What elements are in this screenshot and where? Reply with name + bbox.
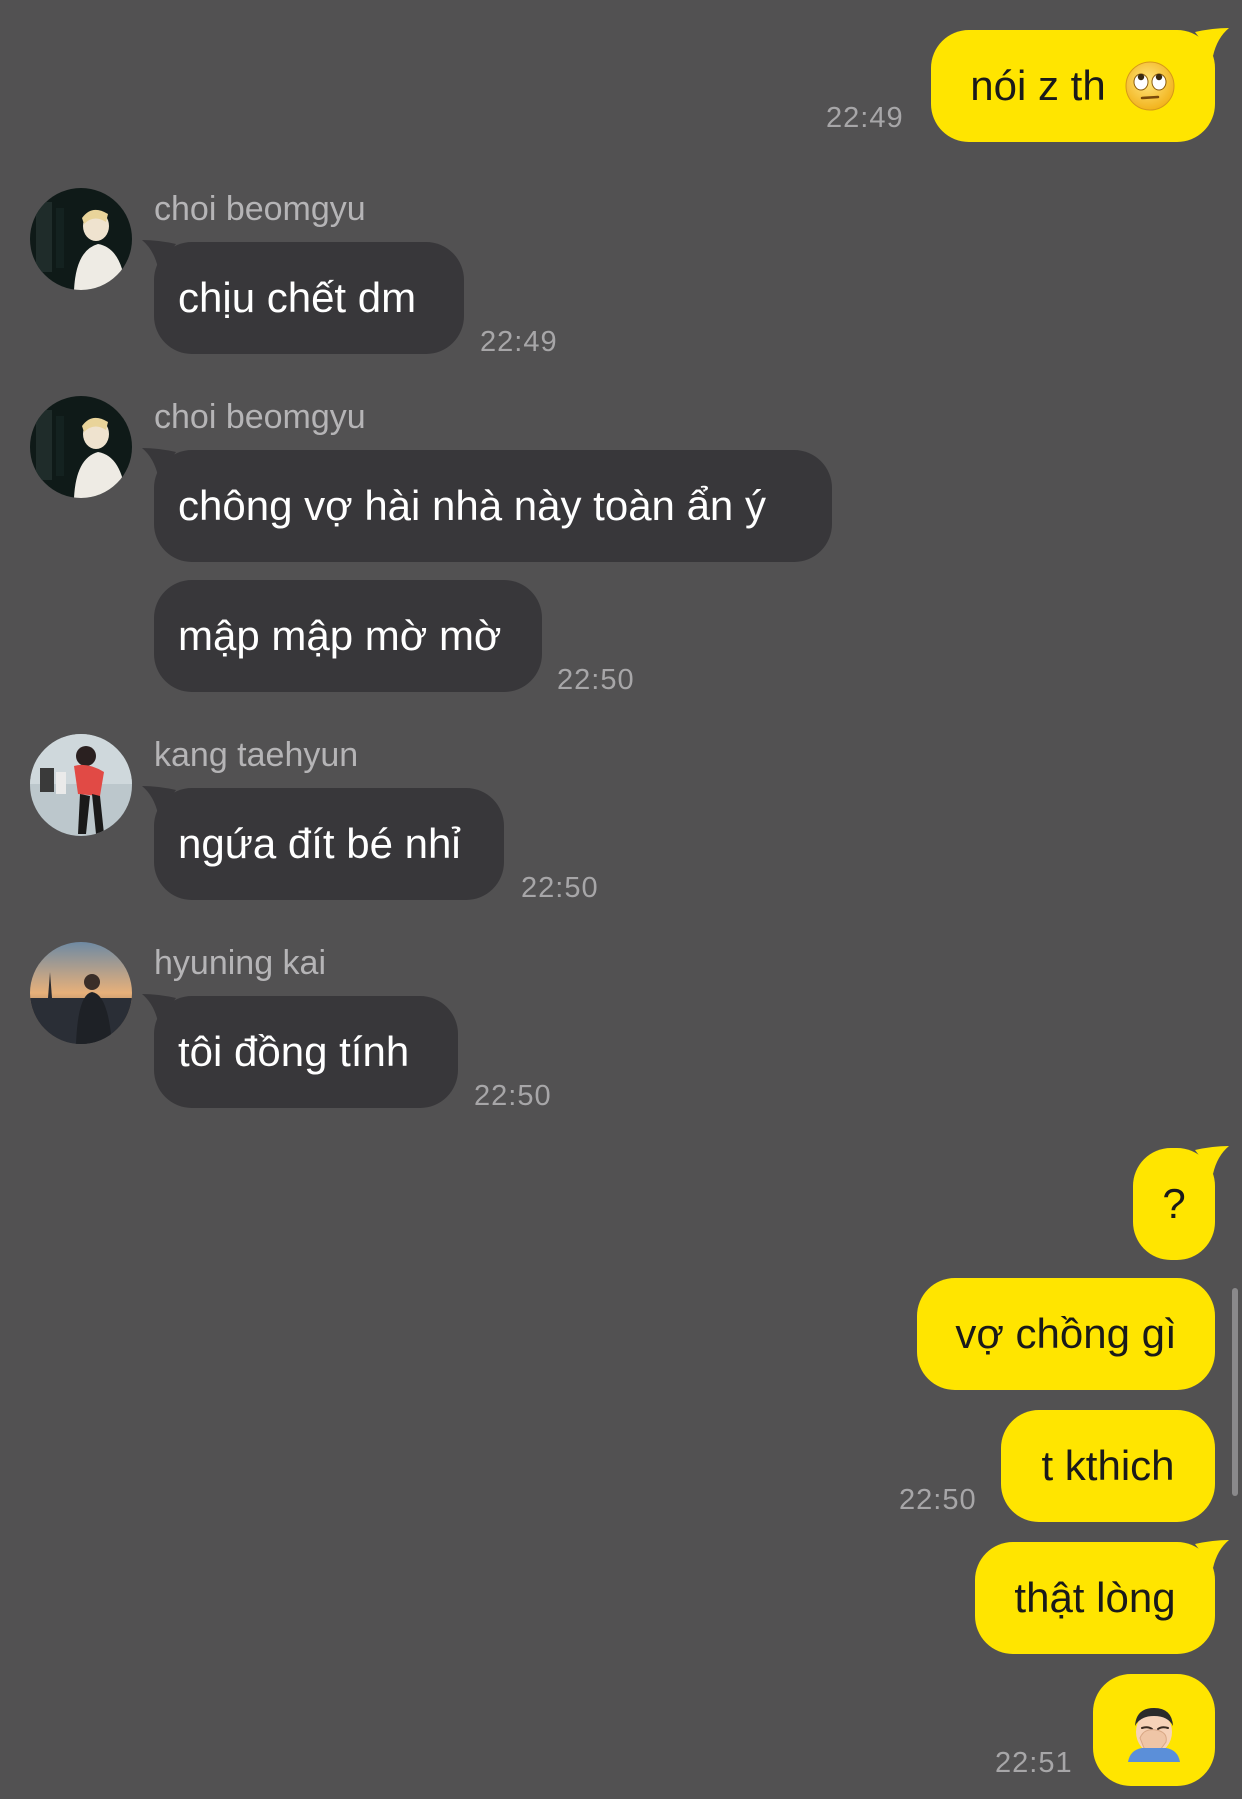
scrollbar[interactable] xyxy=(1232,1288,1238,1496)
message-text: nói z th xyxy=(970,62,1106,109)
avatar-choi-beomgyu[interactable] xyxy=(30,188,132,290)
bubble-tail-icon xyxy=(142,448,176,476)
avatar-hyuning-kai[interactable] xyxy=(30,942,132,1044)
outgoing-message-bubble[interactable]: nói z th xyxy=(931,28,1229,142)
avatar-kang-taehyun[interactable] xyxy=(30,734,132,836)
message-timestamp: 22:50 xyxy=(557,664,635,696)
message-text: vợ chồng gì xyxy=(955,1310,1177,1357)
outgoing-message-bubble[interactable]: t kthich xyxy=(1001,1410,1215,1522)
sender-name: hyuning kai xyxy=(154,944,327,982)
incoming-message-bubble[interactable]: chông vợ hài nhà này toàn ẩn ý xyxy=(142,448,832,562)
bubble-tail-icon xyxy=(1195,1540,1229,1568)
incoming-message-bubble[interactable]: mập mập mờ mờ xyxy=(154,580,542,692)
outgoing-message-bubble[interactable]: thật lòng xyxy=(975,1540,1229,1654)
message-text: chông vợ hài nhà này toàn ẩn ý xyxy=(178,482,766,529)
outgoing-message-bubble[interactable] xyxy=(1093,1674,1215,1786)
profile-photo xyxy=(30,734,132,836)
message-timestamp: 22:49 xyxy=(826,102,904,134)
face-with-rolling-eyes-icon xyxy=(1125,61,1175,111)
sender-name: choi beomgyu xyxy=(154,398,366,436)
message-text: thật lòng xyxy=(1014,1574,1176,1621)
sender-name: choi beomgyu xyxy=(154,190,366,228)
message-text: mập mập mờ mờ xyxy=(178,612,502,659)
avatar-choi-beomgyu[interactable] xyxy=(30,396,132,498)
message-timestamp: 22:50 xyxy=(521,872,599,904)
profile-photo xyxy=(30,188,132,290)
bubble-tail-icon xyxy=(142,240,176,268)
message-timestamp: 22:50 xyxy=(474,1080,552,1112)
message-text: ? xyxy=(1162,1180,1186,1227)
bubble-tail-icon xyxy=(142,994,176,1022)
outgoing-message-bubble[interactable]: ? xyxy=(1133,1146,1229,1260)
message-timestamp: 22:49 xyxy=(480,326,558,358)
outgoing-message-bubble[interactable]: vợ chồng gì xyxy=(917,1278,1215,1390)
incoming-message-bubble[interactable]: chịu chết dm xyxy=(142,240,464,354)
incoming-message-bubble[interactable]: ngứa đít bé nhỉ xyxy=(142,786,504,900)
bubble-tail-icon xyxy=(1195,28,1229,56)
bubble-tail-icon xyxy=(142,786,176,814)
message-text: chịu chết dm xyxy=(178,274,417,321)
profile-photo xyxy=(30,396,132,498)
message-timestamp: 22:50 xyxy=(899,1484,977,1516)
profile-photo xyxy=(30,942,132,1044)
man-facepalming-icon xyxy=(1128,1708,1180,1762)
bubble-tail-icon xyxy=(1195,1146,1229,1174)
message-timestamp: 22:51 xyxy=(995,1747,1073,1779)
message-text: ngứa đít bé nhỉ xyxy=(178,820,461,867)
sender-name: kang taehyun xyxy=(154,736,359,774)
incoming-message-bubble[interactable]: tôi đồng tính xyxy=(142,994,458,1108)
message-text: tôi đồng tính xyxy=(178,1028,410,1075)
message-text: t kthich xyxy=(1041,1442,1175,1489)
